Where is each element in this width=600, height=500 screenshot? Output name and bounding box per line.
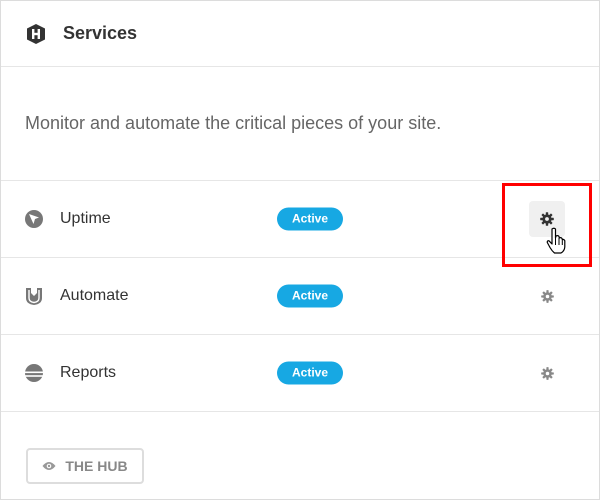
service-name: Automate [60, 287, 129, 304]
eye-icon [42, 461, 56, 471]
gear-icon [540, 289, 554, 303]
service-name: Uptime [60, 210, 111, 227]
status-badge: Active [277, 207, 344, 231]
service-row-reports: Reports Active [1, 335, 599, 412]
service-name: Reports [60, 364, 117, 381]
automate-settings-button[interactable] [529, 278, 565, 314]
page-title: Services [63, 23, 138, 43]
uptime-icon [24, 209, 44, 229]
service-row-automate: Automate Active [1, 258, 599, 335]
automate-icon [24, 286, 44, 306]
status-badge: Active [277, 361, 344, 385]
reports-icon [24, 363, 44, 383]
status-badge: Active [277, 284, 344, 308]
hub-logo-icon [25, 23, 47, 45]
the-hub-button[interactable]: THE HUB [26, 448, 144, 484]
services-description: Monitor and automate the critical pieces… [1, 67, 599, 181]
reports-settings-button[interactable] [529, 355, 565, 391]
the-hub-label: THE HUB [65, 458, 128, 474]
gear-icon [540, 366, 554, 380]
card-header: Services [1, 1, 599, 67]
hand-cursor-icon [546, 227, 566, 260]
